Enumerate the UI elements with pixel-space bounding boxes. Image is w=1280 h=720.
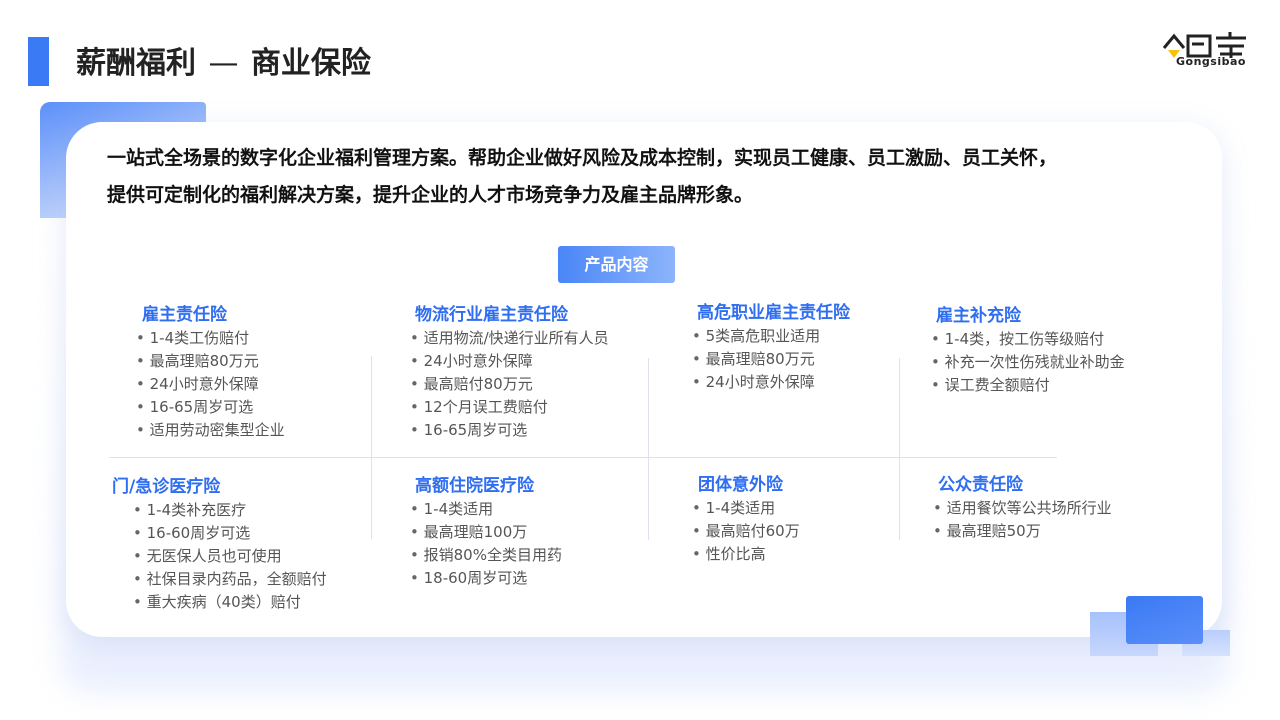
category-title: 门/急诊医疗险 (112, 477, 221, 497)
list-item: 最高理赔50万 (933, 520, 1112, 543)
intro-line-1: 一站式全场景的数字化企业福利管理方案。帮助企业做好风险及成本控制，实现员工健康、… (107, 147, 1058, 169)
category-title: 高额住院医疗险 (415, 476, 534, 496)
list-item: 1-4类工伤赔付 (136, 327, 285, 350)
list-item: 24小时意外保障 (136, 373, 285, 396)
category-public-liability: 公众责任险 适用餐饮等公共场所行业 最高理赔50万 (933, 473, 1112, 543)
list-item: 12个月误工费赔付 (410, 396, 609, 419)
list-item: 24小时意外保障 (692, 371, 850, 394)
category-title: 团体意外险 (698, 475, 783, 495)
category-outpatient-medical: 门/急诊医疗险 1-4类补充医疗 16-60周岁可选 无医保人员也可使用 社保目… (112, 475, 327, 614)
list-item: 适用物流/快递行业所有人员 (410, 327, 609, 350)
list-item: 16-65周岁可选 (410, 419, 609, 442)
list-item: 无医保人员也可使用 (133, 545, 327, 568)
list-item: 重大疾病（40类）赔付 (133, 591, 327, 614)
list-item: 报销80%全类目用药 (410, 544, 562, 567)
title-accent-bar (28, 37, 49, 86)
page-title-main: 薪酬福利 (76, 46, 196, 81)
list-item: 1-4类适用 (692, 497, 800, 520)
decor-block-bottom-right-2 (1126, 596, 1203, 644)
category-high-amount-hospitalization: 高额住院医疗险 1-4类适用 最高理赔100万 报销80%全类目用药 18-60… (410, 474, 562, 590)
product-content-badge: 产品内容 (558, 246, 675, 283)
list-item: 最高理赔80万元 (692, 348, 850, 371)
list-item: 误工费全额赔付 (931, 374, 1125, 397)
category-high-risk-employer-liability: 高危职业雇主责任险 5类高危职业适用 最高理赔80万元 24小时意外保障 (692, 301, 850, 394)
list-item: 最高赔付60万 (692, 520, 800, 543)
list-item: 适用劳动密集型企业 (136, 419, 285, 442)
category-logistics-employer-liability: 物流行业雇主责任险 适用物流/快递行业所有人员 24小时意外保障 最高赔付80万… (410, 303, 609, 442)
category-title: 公众责任险 (938, 475, 1023, 495)
intro-line-2: 提供可定制化的福利解决方案，提升企业的人才市场竞争力及雇主品牌形象。 (107, 184, 754, 206)
category-title: 雇主责任险 (142, 305, 227, 325)
grid-divider-horizontal (109, 457, 1057, 458)
list-item: 16-60周岁可选 (133, 522, 327, 545)
list-item: 最高理赔100万 (410, 521, 562, 544)
list-item: 适用餐饮等公共场所行业 (933, 497, 1112, 520)
category-title: 物流行业雇主责任险 (415, 305, 568, 325)
category-employer-liability: 雇主责任险 1-4类工伤赔付 最高理赔80万元 24小时意外保障 16-65周岁… (136, 303, 285, 442)
grid-divider-vertical-1 (371, 356, 372, 539)
category-title: 高危职业雇主责任险 (697, 303, 850, 323)
list-item: 24小时意外保障 (410, 350, 609, 373)
list-item: 社保目录内药品，全额赔付 (133, 568, 327, 591)
grid-divider-vertical-2 (648, 358, 649, 540)
logo-latin-text: Gongsibao (1176, 55, 1246, 68)
list-item: 最高理赔80万元 (136, 350, 285, 373)
list-item: 最高赔付80万元 (410, 373, 609, 396)
grid-divider-vertical-3 (899, 358, 900, 540)
list-item: 补充一次性伤残就业补助金 (931, 351, 1125, 374)
category-group-accident: 团体意外险 1-4类适用 最高赔付60万 性价比高 (692, 473, 800, 566)
list-item: 1-4类补充医疗 (133, 499, 327, 522)
list-item: 16-65周岁可选 (136, 396, 285, 419)
category-employer-supplementary: 雇主补充险 1-4类，按工伤等级赔付 补充一次性伤残就业补助金 误工费全额赔付 (931, 304, 1125, 397)
list-item: 5类高危职业适用 (692, 325, 850, 348)
list-item: 1-4类适用 (410, 498, 562, 521)
intro-text: 一站式全场景的数字化企业福利管理方案。帮助企业做好风险及成本控制，实现员工健康、… (107, 140, 1197, 214)
page-title-sub: 商业保险 (250, 46, 371, 81)
list-item: 1-4类，按工伤等级赔付 (931, 328, 1125, 351)
page-title-dash: — (208, 46, 239, 81)
page-title: 薪酬福利 — 商业保险 (76, 42, 371, 86)
list-item: 18-60周岁可选 (410, 567, 562, 590)
list-item: 性价比高 (692, 543, 800, 566)
category-title: 雇主补充险 (936, 306, 1021, 326)
